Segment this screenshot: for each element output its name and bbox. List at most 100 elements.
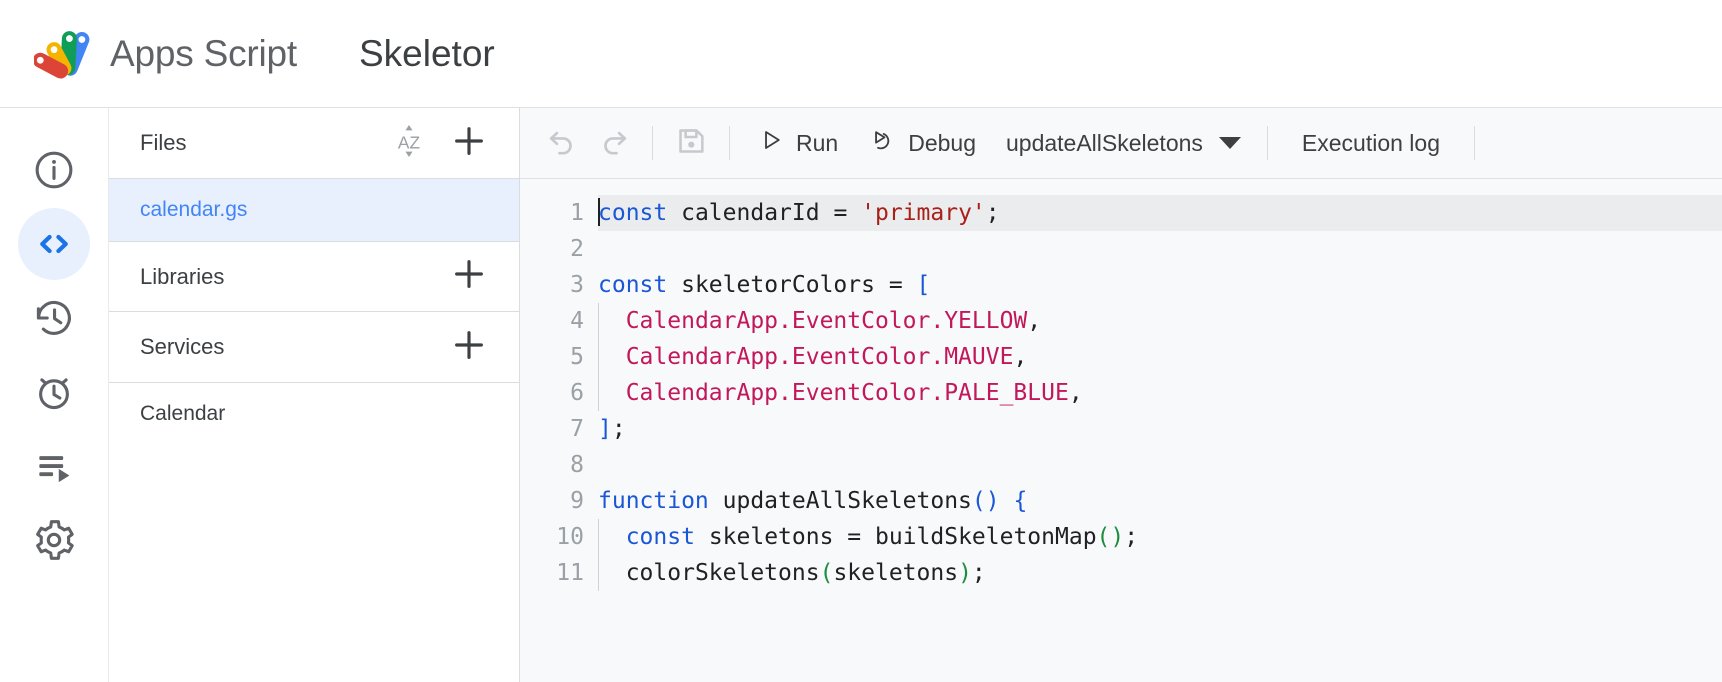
redo-button[interactable]: [588, 117, 640, 169]
code-token: =: [819, 200, 862, 226]
line-number: 11: [556, 560, 584, 586]
apps-script-window: Apps Script Skeletor Files AZ calendar.g…: [0, 0, 1722, 682]
toolbar-divider: [652, 126, 653, 160]
code-token: ): [958, 560, 972, 586]
code-line[interactable]: const skeletorColors = [: [598, 267, 1722, 303]
code-token: =: [874, 272, 917, 298]
undo-icon: [545, 124, 579, 163]
editor-toolbar: Run Debug updateAllSkeletons Execution l…: [520, 108, 1722, 179]
code-token: ;: [1124, 524, 1139, 550]
sidebar-item-triggers[interactable]: [18, 356, 90, 428]
function-select[interactable]: updateAllSkeletons: [992, 119, 1255, 167]
run-button-label: Run: [796, 129, 839, 156]
brand-name[interactable]: Apps Script: [110, 33, 297, 75]
toolbar-divider: [729, 126, 730, 160]
add-library-button[interactable]: [449, 257, 489, 297]
code-line[interactable]: CalendarApp.EventColor.YELLOW,: [598, 303, 1722, 339]
run-button[interactable]: Run: [742, 119, 854, 167]
sidebar-item-executions[interactable]: [18, 430, 90, 502]
services-section-title: Services: [140, 334, 225, 359]
code-icon: [32, 222, 76, 266]
alarm-clock-icon: [32, 370, 76, 414]
play-icon: [758, 127, 784, 159]
plus-icon: [449, 325, 489, 370]
code-editor[interactable]: 1 2 3 4 5 6 7 8 9 10 11 const calendarId = 'primar…: [520, 179, 1722, 682]
code-token: ;: [985, 200, 1000, 226]
debug-button[interactable]: Debug: [854, 119, 992, 167]
line-number: 8: [570, 452, 584, 478]
code-token: const: [598, 272, 668, 298]
code-line[interactable]: colorSkeletons(skeletons);: [598, 555, 1722, 591]
code-token: colorSkeletons: [625, 560, 820, 586]
libraries-section-title: Libraries: [140, 263, 225, 289]
left-nav-rail: [0, 108, 109, 682]
redo-icon: [597, 124, 631, 163]
history-icon: [32, 296, 76, 340]
add-service-button[interactable]: [449, 327, 489, 367]
code-token: ,: [1068, 380, 1083, 406]
sidebar-item-settings[interactable]: [18, 504, 90, 576]
indent-guide: [598, 303, 599, 339]
code-token: updateAllSkeletons: [722, 488, 972, 514]
undo-button[interactable]: [536, 117, 588, 169]
line-number: 5: [570, 344, 584, 370]
sidebar-item-overview[interactable]: [18, 134, 90, 206]
service-item-label: Calendar: [140, 402, 226, 425]
files-panel: Files AZ calendar.gs Libraries Services …: [109, 108, 520, 682]
indent-guide: [598, 555, 599, 591]
files-section-title: Files: [140, 130, 187, 155]
code-line[interactable]: [598, 447, 1722, 483]
code-token: (): [971, 488, 1000, 514]
code-line[interactable]: ];: [598, 411, 1722, 447]
file-item-calendar-gs[interactable]: calendar.gs: [109, 179, 519, 241]
line-number-gutter: 1 2 3 4 5 6 7 8 9 10 11: [520, 195, 598, 682]
save-button[interactable]: [665, 117, 717, 169]
code-token: (): [1096, 524, 1125, 550]
add-file-button[interactable]: [449, 123, 489, 163]
code-line[interactable]: CalendarApp.EventColor.MAUVE,: [598, 339, 1722, 375]
code-content[interactable]: const calendarId = 'primary'; const skele…: [598, 195, 1722, 682]
code-line[interactable]: CalendarApp.EventColor.PALE_BLUE,: [598, 375, 1722, 411]
code-token: (: [819, 560, 834, 586]
code-token: {: [1013, 488, 1028, 514]
sidebar-item-versions[interactable]: [18, 282, 90, 354]
gear-icon: [32, 518, 76, 562]
code-token: skeletons: [833, 560, 959, 586]
code-token: ;: [971, 560, 986, 586]
code-line[interactable]: function updateAllSkeletons() {: [598, 483, 1722, 519]
save-icon: [674, 124, 708, 163]
executions-icon: [32, 444, 76, 488]
info-icon: [32, 148, 76, 192]
code-line[interactable]: const calendarId = 'primary';: [598, 195, 1722, 231]
execution-log-button[interactable]: Execution log: [1280, 119, 1462, 167]
line-number: 10: [556, 524, 584, 550]
code-line[interactable]: [598, 231, 1722, 267]
code-token: =: [833, 524, 875, 550]
page-title[interactable]: Skeletor: [359, 33, 495, 75]
code-token: buildSkeletonMap: [874, 524, 1097, 550]
sidebar-item-editor[interactable]: [18, 208, 90, 280]
sort-az-button[interactable]: AZ: [389, 123, 429, 163]
code-line[interactable]: const skeletons = buildSkeletonMap();: [598, 519, 1722, 555]
files-section-header: Files AZ: [109, 108, 519, 179]
line-number: 6: [570, 380, 584, 406]
toolbar-divider: [1474, 126, 1475, 160]
line-number: 4: [570, 308, 584, 334]
code-token: CalendarApp.EventColor.YELLOW: [625, 308, 1028, 334]
app-body: Files AZ calendar.gs Libraries Services …: [0, 108, 1722, 682]
toolbar-divider: [1266, 126, 1268, 160]
debug-icon: [870, 127, 896, 159]
code-token: CalendarApp.EventColor.MAUVE: [625, 344, 1014, 370]
code-token: CalendarApp.EventColor.PALE_BLUE: [625, 380, 1069, 406]
debug-button-label: Debug: [908, 129, 976, 156]
line-number: 9: [570, 488, 584, 514]
file-item-label: calendar.gs: [140, 198, 248, 221]
plus-icon: [449, 121, 489, 166]
apps-script-logo-icon[interactable]: [32, 23, 100, 85]
service-item-calendar[interactable]: Calendar: [109, 383, 519, 445]
